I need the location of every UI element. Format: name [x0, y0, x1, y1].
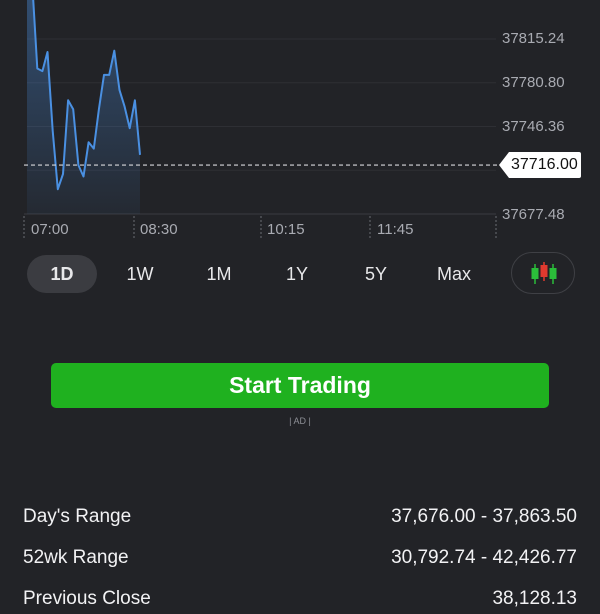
last-price-marker: 37716.00 — [499, 152, 581, 178]
range-tab-1d[interactable]: 1D — [27, 255, 97, 293]
stat-value: 38,128.13 — [492, 588, 577, 609]
chart-type-button[interactable] — [511, 252, 575, 294]
stat-label: Day's Range — [23, 506, 132, 527]
range-tab-max[interactable]: Max — [424, 255, 484, 293]
stat-value: 37,676.00 - 37,863.50 — [391, 506, 577, 527]
last-price-value: 37716.00 — [509, 152, 581, 178]
range-tab-1y[interactable]: 1Y — [267, 255, 327, 293]
stat-label: Previous Close — [23, 588, 151, 609]
stat-row-days-range: Day's Range 37,676.00 - 37,863.50 — [23, 502, 577, 532]
candlestick-chart-icon — [531, 262, 557, 284]
time-range-selector: 1D 1W 1M 1Y 5Y Max — [0, 252, 600, 298]
stat-value: 30,792.74 - 42,426.77 — [391, 547, 577, 568]
range-tab-5y[interactable]: 5Y — [346, 255, 406, 293]
x-axis-label: 08:30 — [140, 221, 178, 238]
stat-row-previous-close: Previous Close 38,128.13 — [23, 584, 577, 614]
stat-label: 52wk Range — [23, 547, 129, 568]
stat-row-52wk-range: 52wk Range 30,792.74 - 42,426.77 — [23, 543, 577, 573]
y-axis-label: 37746.36 — [502, 118, 565, 135]
price-chart[interactable]: 37815.24 37780.80 37746.36 37677.48 3771… — [0, 0, 600, 245]
x-axis-label: 11:45 — [377, 221, 414, 238]
x-axis-label: 10:15 — [267, 221, 305, 238]
range-tab-1w[interactable]: 1W — [110, 255, 170, 293]
last-price-pointer — [499, 152, 509, 178]
range-tab-1m[interactable]: 1M — [189, 255, 249, 293]
y-axis-label: 37780.80 — [502, 74, 565, 91]
x-axis-label: 07:00 — [31, 221, 69, 238]
start-trading-button[interactable]: Start Trading — [51, 363, 549, 408]
ad-label: | AD | — [289, 416, 311, 426]
price-area-fill — [27, 0, 140, 214]
y-axis-label: 37677.48 — [502, 206, 565, 223]
y-axis-label: 37815.24 — [502, 30, 565, 47]
